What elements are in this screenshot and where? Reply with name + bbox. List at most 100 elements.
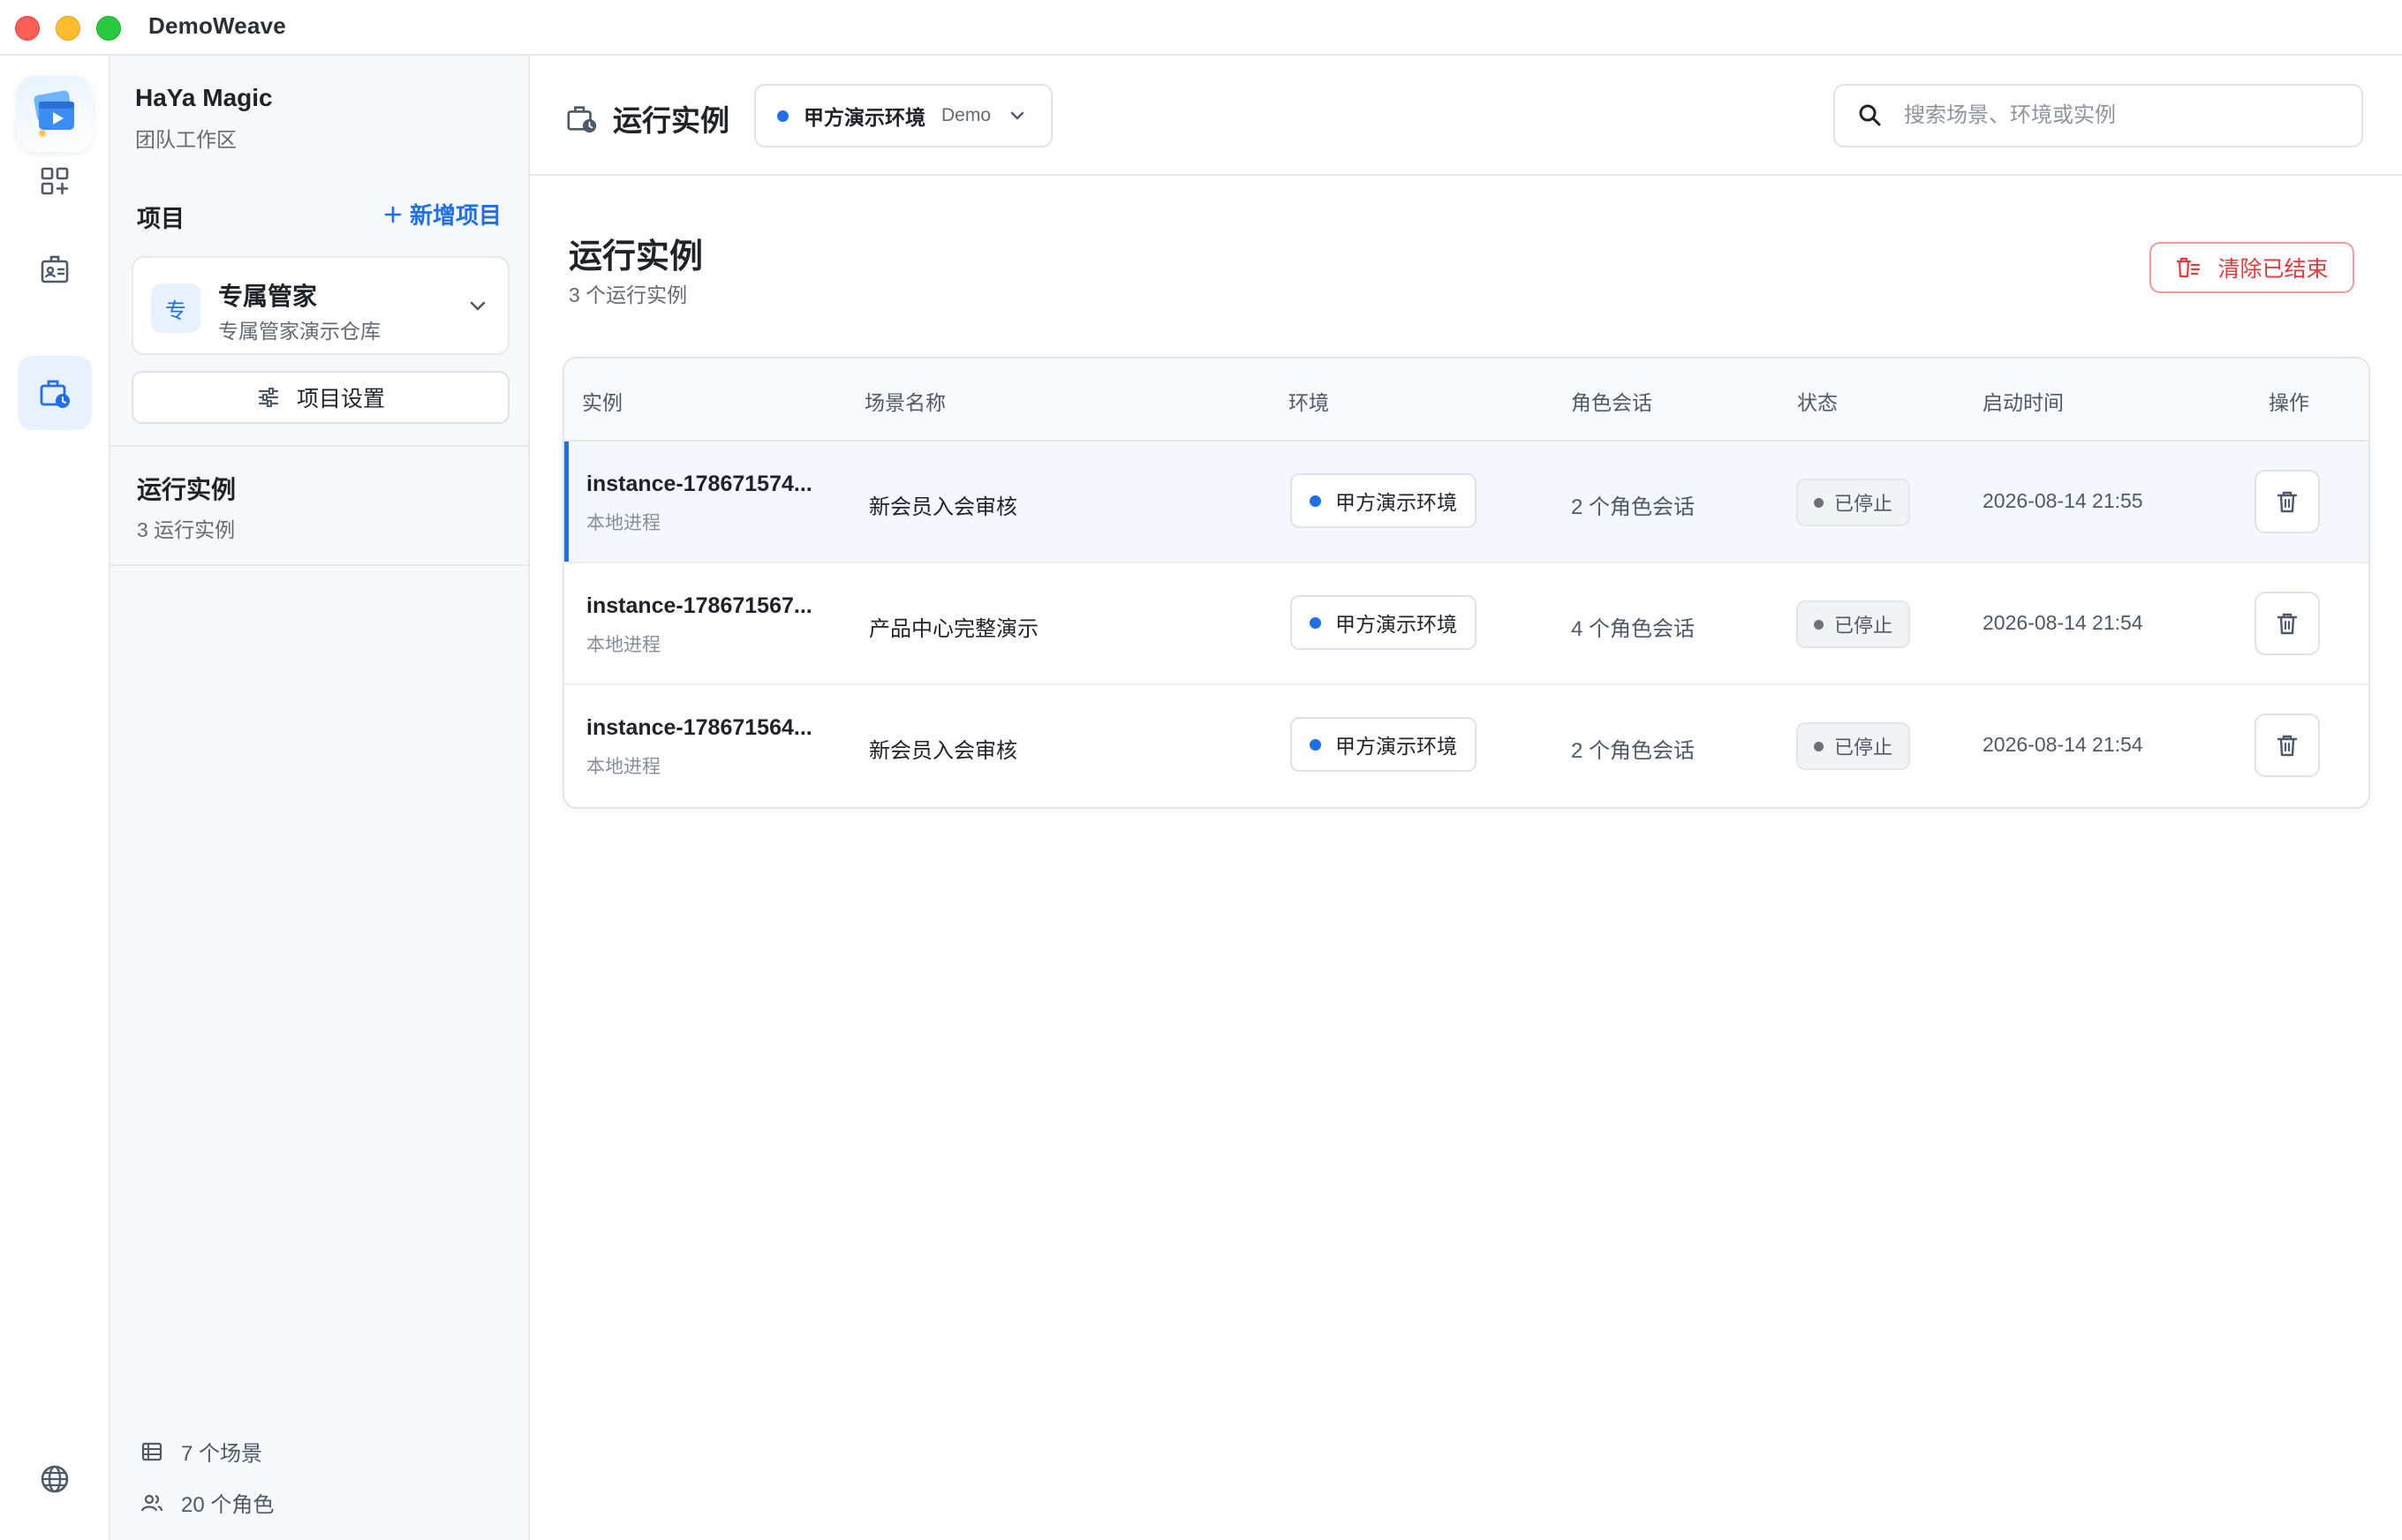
minimize-window-button[interactable] <box>56 16 80 41</box>
started-time: 2026-08-14 21:55 <box>1983 489 2143 512</box>
instance-type: 本地进程 <box>586 513 661 533</box>
status-badge: 已停止 <box>1796 600 1911 648</box>
instance-id: instance-178671564... <box>586 715 812 740</box>
role-sessions: 4 个角色会话 <box>1571 617 1696 641</box>
status-dot <box>1814 497 1824 508</box>
col-instance: 实例 <box>582 391 623 414</box>
status-dot <box>1814 741 1824 751</box>
projects-section-label: 项目 <box>137 206 185 232</box>
sliders-icon <box>258 388 279 407</box>
icon-rail <box>0 56 110 1540</box>
col-env: 环境 <box>1288 391 1329 414</box>
status-badge: 已停止 <box>1796 479 1911 526</box>
users-icon <box>140 1494 163 1511</box>
clear-finished-button[interactable]: 清除已结束 <box>2149 242 2354 293</box>
project-selector[interactable]: 专 专属管家 专属管家演示仓库 <box>132 256 510 355</box>
list-icon <box>141 1442 162 1461</box>
delete-instance-button[interactable] <box>2255 470 2320 533</box>
dashboard-add-icon <box>41 167 69 195</box>
status-label: 已停止 <box>1834 493 1893 515</box>
col-actions: 操作 <box>2269 391 2309 414</box>
instance-id: instance-178671567... <box>586 593 812 618</box>
role-sessions: 2 个角色会话 <box>1571 495 1696 519</box>
workspace-name: HaYa Magic <box>135 84 273 111</box>
env-badge: 甲方演示环境 <box>1290 473 1477 528</box>
delete-instance-button[interactable] <box>2255 713 2320 777</box>
instance-type: 本地进程 <box>586 635 661 655</box>
running-instances-icon <box>40 380 70 408</box>
instance-type: 本地进程 <box>586 757 661 777</box>
app-logo <box>17 76 93 152</box>
project-settings-label: 项目设置 <box>296 387 385 411</box>
status-label: 已停止 <box>1834 615 1893 637</box>
trash-icon <box>2277 491 2298 513</box>
rail-dashboard-button[interactable] <box>18 144 92 218</box>
sidebar-divider <box>110 564 528 566</box>
env-status-dot <box>777 109 789 122</box>
app-title: DemoWeave <box>148 12 286 39</box>
sidebar-item-instances[interactable]: 运行实例 <box>137 471 236 506</box>
scene-count-stat: 7 个场景 <box>140 1436 262 1467</box>
clear-list-icon <box>2177 257 2201 278</box>
scene-name: 新会员入会审核 <box>869 495 1017 519</box>
env-badge: 甲方演示环境 <box>1290 595 1477 650</box>
env-status-dot <box>1310 738 1321 751</box>
roles-badge-icon <box>41 255 69 283</box>
project-avatar: 专 <box>151 283 200 333</box>
zoom-window-button[interactable] <box>96 16 121 41</box>
top-bar: 运行实例 甲方演示环境 Demo <box>530 56 2402 176</box>
add-project-button[interactable]: 新增项目 <box>383 198 502 230</box>
plus-icon <box>384 206 402 223</box>
search-box[interactable] <box>1833 84 2363 147</box>
env-badge: 甲方演示环境 <box>1290 717 1477 772</box>
table-row[interactable]: instance-178671564... 本地进程 新会员入会审核 甲方演示环… <box>564 685 2368 807</box>
status-dot <box>1814 619 1824 630</box>
env-name: 甲方演示环境 <box>804 106 925 129</box>
chevron-down-icon <box>1010 111 1024 120</box>
col-scene: 场景名称 <box>865 391 946 414</box>
scene-name: 产品中心完整演示 <box>869 617 1039 641</box>
page-header-title: 运行实例 <box>613 104 729 137</box>
col-sessions: 角色会话 <box>1571 391 1652 414</box>
status-badge: 已停止 <box>1796 722 1911 770</box>
scene-count: 7 个场景 <box>181 1442 263 1466</box>
trash-icon <box>2277 613 2298 635</box>
title-bar: DemoWeave <box>0 0 2402 56</box>
project-title: 专属管家 <box>218 283 318 310</box>
col-status: 状态 <box>1797 391 1838 414</box>
page-subtitle: 3 个运行实例 <box>569 283 688 306</box>
project-settings-button[interactable]: 项目设置 <box>132 371 510 424</box>
started-time: 2026-08-14 21:54 <box>1983 611 2143 634</box>
role-count-stat: 20 个角色 <box>140 1487 274 1518</box>
table-row[interactable]: instance-178671567... 本地进程 产品中心完整演示 甲方演示… <box>564 563 2368 685</box>
env-status-dot <box>1310 494 1321 507</box>
table-header: 实例 场景名称 环境 角色会话 状态 启动时间 操作 <box>564 359 2368 442</box>
delete-instance-button[interactable] <box>2255 592 2320 655</box>
workspace-subtitle: 团队工作区 <box>135 128 237 151</box>
sidebar-item-instances-count: 3 运行实例 <box>137 518 236 541</box>
rail-roles-button[interactable] <box>18 232 92 306</box>
started-time: 2026-08-14 21:54 <box>1983 733 2143 756</box>
rail-language-button[interactable] <box>18 1442 92 1516</box>
globe-icon <box>41 1465 69 1493</box>
project-description: 专属管家演示仓库 <box>218 320 381 343</box>
trash-icon <box>2277 735 2298 757</box>
clear-finished-label: 清除已结束 <box>2217 257 2329 282</box>
role-sessions: 2 个角色会话 <box>1571 739 1696 763</box>
chevron-down-icon <box>470 301 486 311</box>
instance-id: instance-178671574... <box>586 472 812 496</box>
environment-select[interactable]: 甲方演示环境 Demo <box>754 84 1053 147</box>
page-title: 运行实例 <box>569 238 704 276</box>
sidebar-divider <box>110 445 528 447</box>
table-row[interactable]: instance-178671574... 本地进程 新会员入会审核 甲方演示环… <box>564 442 2368 563</box>
role-count: 20 个角色 <box>181 1493 275 1517</box>
rail-instances-button[interactable] <box>18 356 92 430</box>
project-sidebar: HaYa Magic 团队工作区 项目 新增项目 专 专属管家 专属管家演示仓库… <box>110 56 530 1540</box>
col-started: 启动时间 <box>1983 391 2064 414</box>
close-window-button[interactable] <box>15 16 40 41</box>
instances-table: 实例 场景名称 环境 角色会话 状态 启动时间 操作 instance-1786… <box>563 357 2370 809</box>
search-input[interactable] <box>1904 103 2345 128</box>
env-badge-label: 甲方演示环境 <box>1335 491 1457 514</box>
search-icon <box>1859 104 1881 126</box>
env-badge-label: 甲方演示环境 <box>1335 613 1457 636</box>
